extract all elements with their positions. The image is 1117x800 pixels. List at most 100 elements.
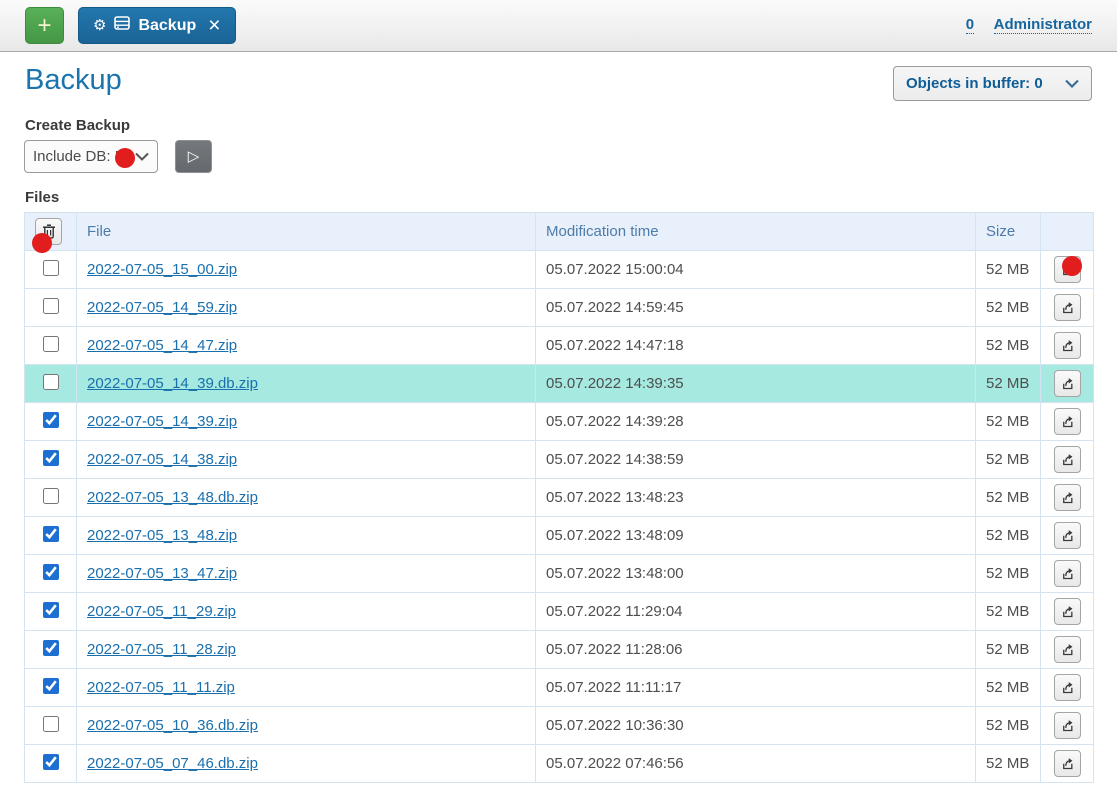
download-button[interactable] xyxy=(1054,332,1081,359)
file-link[interactable]: 2022-07-05_11_28.zip xyxy=(87,641,236,658)
file-link[interactable]: 2022-07-05_14_39.zip xyxy=(87,413,237,430)
row-checkbox[interactable] xyxy=(43,526,59,542)
row-checkbox[interactable] xyxy=(43,450,59,466)
download-icon xyxy=(1060,680,1075,695)
download-icon xyxy=(1060,414,1075,429)
table-row: 2022-07-05_07_46.db.zip 05.07.2022 07:46:… xyxy=(25,745,1094,783)
run-backup-button[interactable]: ▷ xyxy=(175,140,212,173)
file-link[interactable]: 2022-07-05_14_38.zip xyxy=(87,451,237,468)
modification-time-cell: 05.07.2022 10:36:30 xyxy=(536,707,976,745)
size-cell: 52 MB xyxy=(976,631,1041,669)
click-indicator xyxy=(115,148,135,168)
row-checkbox[interactable] xyxy=(43,412,59,428)
download-button[interactable] xyxy=(1054,484,1081,511)
download-button[interactable] xyxy=(1054,636,1081,663)
table-row: 2022-07-05_15_00.zip 05.07.2022 15:00:045… xyxy=(25,251,1094,289)
row-checkbox[interactable] xyxy=(43,374,59,390)
column-header-modified: Modification time xyxy=(536,213,976,251)
file-link[interactable]: 2022-07-05_13_48.db.zip xyxy=(87,489,258,506)
file-link[interactable]: 2022-07-05_13_48.zip xyxy=(87,527,237,544)
file-link[interactable]: 2022-07-05_11_11.zip xyxy=(87,679,235,696)
download-button[interactable] xyxy=(1054,750,1081,777)
top-tab-bar: + ⚙ Backup × 0 Administrator xyxy=(0,0,1117,52)
table-row: 2022-07-05_13_48.zip05.07.2022 13:48:095… xyxy=(25,517,1094,555)
row-checkbox[interactable] xyxy=(43,564,59,580)
modification-time-cell: 05.07.2022 14:38:59 xyxy=(536,441,976,479)
modification-time-cell: 05.07.2022 13:48:23 xyxy=(536,479,976,517)
download-icon xyxy=(1060,642,1075,657)
row-checkbox[interactable] xyxy=(43,716,59,732)
table-row: 2022-07-05_13_48.db.zip 05.07.2022 13:48:… xyxy=(25,479,1094,517)
tab-backup[interactable]: ⚙ Backup × xyxy=(78,7,236,44)
download-icon xyxy=(1060,452,1075,467)
files-heading: Files xyxy=(25,189,59,206)
row-checkbox[interactable] xyxy=(43,298,59,314)
modification-time-cell: 05.07.2022 14:47:18 xyxy=(536,327,976,365)
modification-time-cell: 05.07.2022 13:48:09 xyxy=(536,517,976,555)
row-checkbox[interactable] xyxy=(43,260,59,276)
file-link[interactable]: 2022-07-05_13_47.zip xyxy=(87,565,237,582)
files-table-body: 2022-07-05_15_00.zip05.07.2022 15:00:045… xyxy=(25,251,1094,783)
size-cell: 52 MB xyxy=(976,327,1041,365)
size-cell: 52 MB xyxy=(976,479,1041,517)
table-row: 2022-07-05_14_59.zip05.07.2022 14:59:455… xyxy=(25,289,1094,327)
table-row: 2022-07-05_11_28.zip 05.07.2022 11:28:065… xyxy=(25,631,1094,669)
administrator-link[interactable]: Administrator xyxy=(994,16,1092,34)
modification-time-cell: 05.07.2022 11:29:04 xyxy=(536,593,976,631)
modification-time-cell: 05.07.2022 11:11:17 xyxy=(536,669,976,707)
file-link[interactable]: 2022-07-05_15_00.zip xyxy=(87,261,237,278)
row-checkbox[interactable] xyxy=(43,640,59,656)
modification-time-cell: 05.07.2022 14:39:35 xyxy=(536,365,976,403)
modification-time-cell: 05.07.2022 15:00:04 xyxy=(536,251,976,289)
download-icon xyxy=(1060,756,1075,771)
add-tab-button[interactable]: + xyxy=(25,7,64,44)
include-db-select[interactable]: Include DB: No xyxy=(24,140,158,173)
table-row: 2022-07-05_10_36.db.zip 05.07.2022 10:36:… xyxy=(25,707,1094,745)
download-button[interactable] xyxy=(1054,674,1081,701)
table-row: 2022-07-05_14_39.zip05.07.2022 14:39:285… xyxy=(25,403,1094,441)
chevron-down-icon xyxy=(1065,79,1079,88)
size-cell: 52 MB xyxy=(976,707,1041,745)
download-button[interactable] xyxy=(1054,522,1081,549)
table-row: 2022-07-05_11_29.zip 05.07.2022 11:29:045… xyxy=(25,593,1094,631)
download-button[interactable] xyxy=(1054,560,1081,587)
download-button[interactable] xyxy=(1054,408,1081,435)
table-row: 2022-07-05_11_11.zip 05.07.2022 11:11:175… xyxy=(25,669,1094,707)
file-link[interactable]: 2022-07-05_07_46.db.zip xyxy=(87,755,258,772)
tab-close-icon[interactable]: × xyxy=(208,15,220,36)
row-checkbox[interactable] xyxy=(43,602,59,618)
download-button[interactable] xyxy=(1054,294,1081,321)
table-header-row: File Modification time Size xyxy=(25,213,1094,251)
modification-time-cell: 05.07.2022 14:39:28 xyxy=(536,403,976,441)
file-link[interactable]: 2022-07-05_10_36.db.zip xyxy=(87,717,258,734)
download-icon xyxy=(1060,528,1075,543)
download-icon xyxy=(1060,376,1075,391)
row-checkbox[interactable] xyxy=(43,488,59,504)
download-button[interactable] xyxy=(1054,446,1081,473)
download-button[interactable] xyxy=(1054,598,1081,625)
row-checkbox[interactable] xyxy=(43,754,59,770)
file-link[interactable]: 2022-07-05_14_59.zip xyxy=(87,299,237,316)
modification-time-cell: 05.07.2022 11:28:06 xyxy=(536,631,976,669)
size-cell: 52 MB xyxy=(976,593,1041,631)
tab-title: Backup xyxy=(138,17,196,35)
file-link[interactable]: 2022-07-05_11_29.zip xyxy=(87,603,236,620)
files-table: File Modification time Size 2022-07-05_1… xyxy=(24,212,1094,783)
table-row: 2022-07-05_13_47.zip05.07.2022 13:48:005… xyxy=(25,555,1094,593)
create-backup-heading: Create Backup xyxy=(25,117,130,134)
modification-time-cell: 05.07.2022 07:46:56 xyxy=(536,745,976,783)
chevron-down-icon xyxy=(135,152,149,161)
download-icon xyxy=(1060,604,1075,619)
size-cell: 52 MB xyxy=(976,669,1041,707)
download-icon xyxy=(1060,338,1075,353)
download-button[interactable] xyxy=(1054,370,1081,397)
row-checkbox[interactable] xyxy=(43,678,59,694)
download-button[interactable] xyxy=(1054,712,1081,739)
size-cell: 52 MB xyxy=(976,745,1041,783)
file-link[interactable]: 2022-07-05_14_47.zip xyxy=(87,337,237,354)
notification-count-link[interactable]: 0 xyxy=(966,16,974,34)
objects-in-buffer-dropdown[interactable]: Objects in buffer: 0 xyxy=(893,66,1092,101)
size-cell: 52 MB xyxy=(976,251,1041,289)
file-link[interactable]: 2022-07-05_14_39.db.zip xyxy=(87,375,258,392)
row-checkbox[interactable] xyxy=(43,336,59,352)
